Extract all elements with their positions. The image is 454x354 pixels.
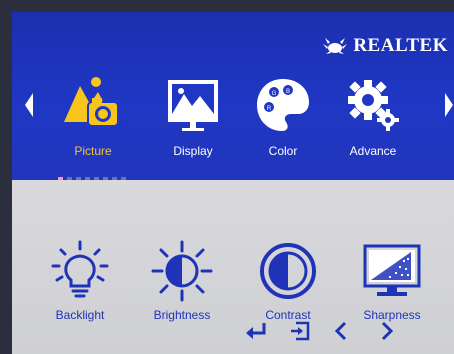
right-button[interactable] — [374, 320, 398, 342]
menu-item-brightness[interactable]: Brightness — [142, 232, 222, 322]
triangle-left-icon — [25, 93, 33, 117]
tab-color[interactable]: G B R Color — [240, 74, 326, 164]
lightbulb-icon — [51, 240, 109, 298]
menu-item-backlight[interactable]: Backlight — [40, 232, 120, 322]
tab-display[interactable]: Display — [150, 74, 236, 164]
sharpness-icon — [363, 244, 421, 296]
svg-text:B: B — [286, 89, 290, 95]
exit-icon — [291, 321, 310, 341]
tab-picture[interactable]: Picture — [50, 74, 136, 164]
left-chevron-icon — [334, 321, 347, 341]
enter-button[interactable] — [244, 320, 268, 342]
osd-tab-bar: REALTEK Picture Display G B R Color Adva… — [12, 12, 454, 184]
picture-icon — [64, 77, 119, 127]
triangle-right-icon — [445, 93, 453, 117]
svg-text:G: G — [272, 91, 277, 97]
tab-prev-arrow[interactable] — [24, 92, 34, 118]
display-icon — [168, 80, 218, 131]
right-chevron-icon — [381, 321, 394, 341]
enter-icon — [246, 323, 266, 339]
tab-advance[interactable]: Advance — [330, 74, 416, 164]
osd-screen: REALTEK Picture Display G B R Color Adva… — [12, 12, 454, 354]
exit-button[interactable] — [288, 320, 312, 342]
menu-item-label: Backlight — [55, 308, 105, 322]
brand-name: REALTEK — [353, 35, 448, 56]
tab-label: Advance — [349, 144, 397, 158]
monitor-bezel-left — [0, 0, 12, 354]
tab-next-arrow[interactable] — [444, 92, 454, 118]
left-button[interactable] — [330, 320, 354, 342]
sun-icon — [151, 240, 213, 302]
contrast-icon — [260, 243, 316, 299]
tab-label: Color — [268, 144, 298, 158]
menu-item-sharpness[interactable]: Sharpness — [352, 232, 432, 322]
menu-item-label: Brightness — [153, 308, 211, 322]
brand: REALTEK — [321, 34, 448, 58]
realtek-crab-logo-icon — [323, 38, 348, 54]
color-palette-icon: G B R — [257, 79, 309, 131]
monitor-bezel-top — [0, 0, 454, 12]
tab-label: Picture — [74, 144, 112, 158]
tab-label: Display — [173, 144, 213, 158]
svg-text:R: R — [267, 106, 272, 112]
menu-item-contrast[interactable]: Contrast — [248, 232, 328, 322]
advance-gears-icon — [348, 80, 399, 131]
osd-picture-submenu: Backlight Brightness Contrast Sharpness — [12, 180, 454, 354]
